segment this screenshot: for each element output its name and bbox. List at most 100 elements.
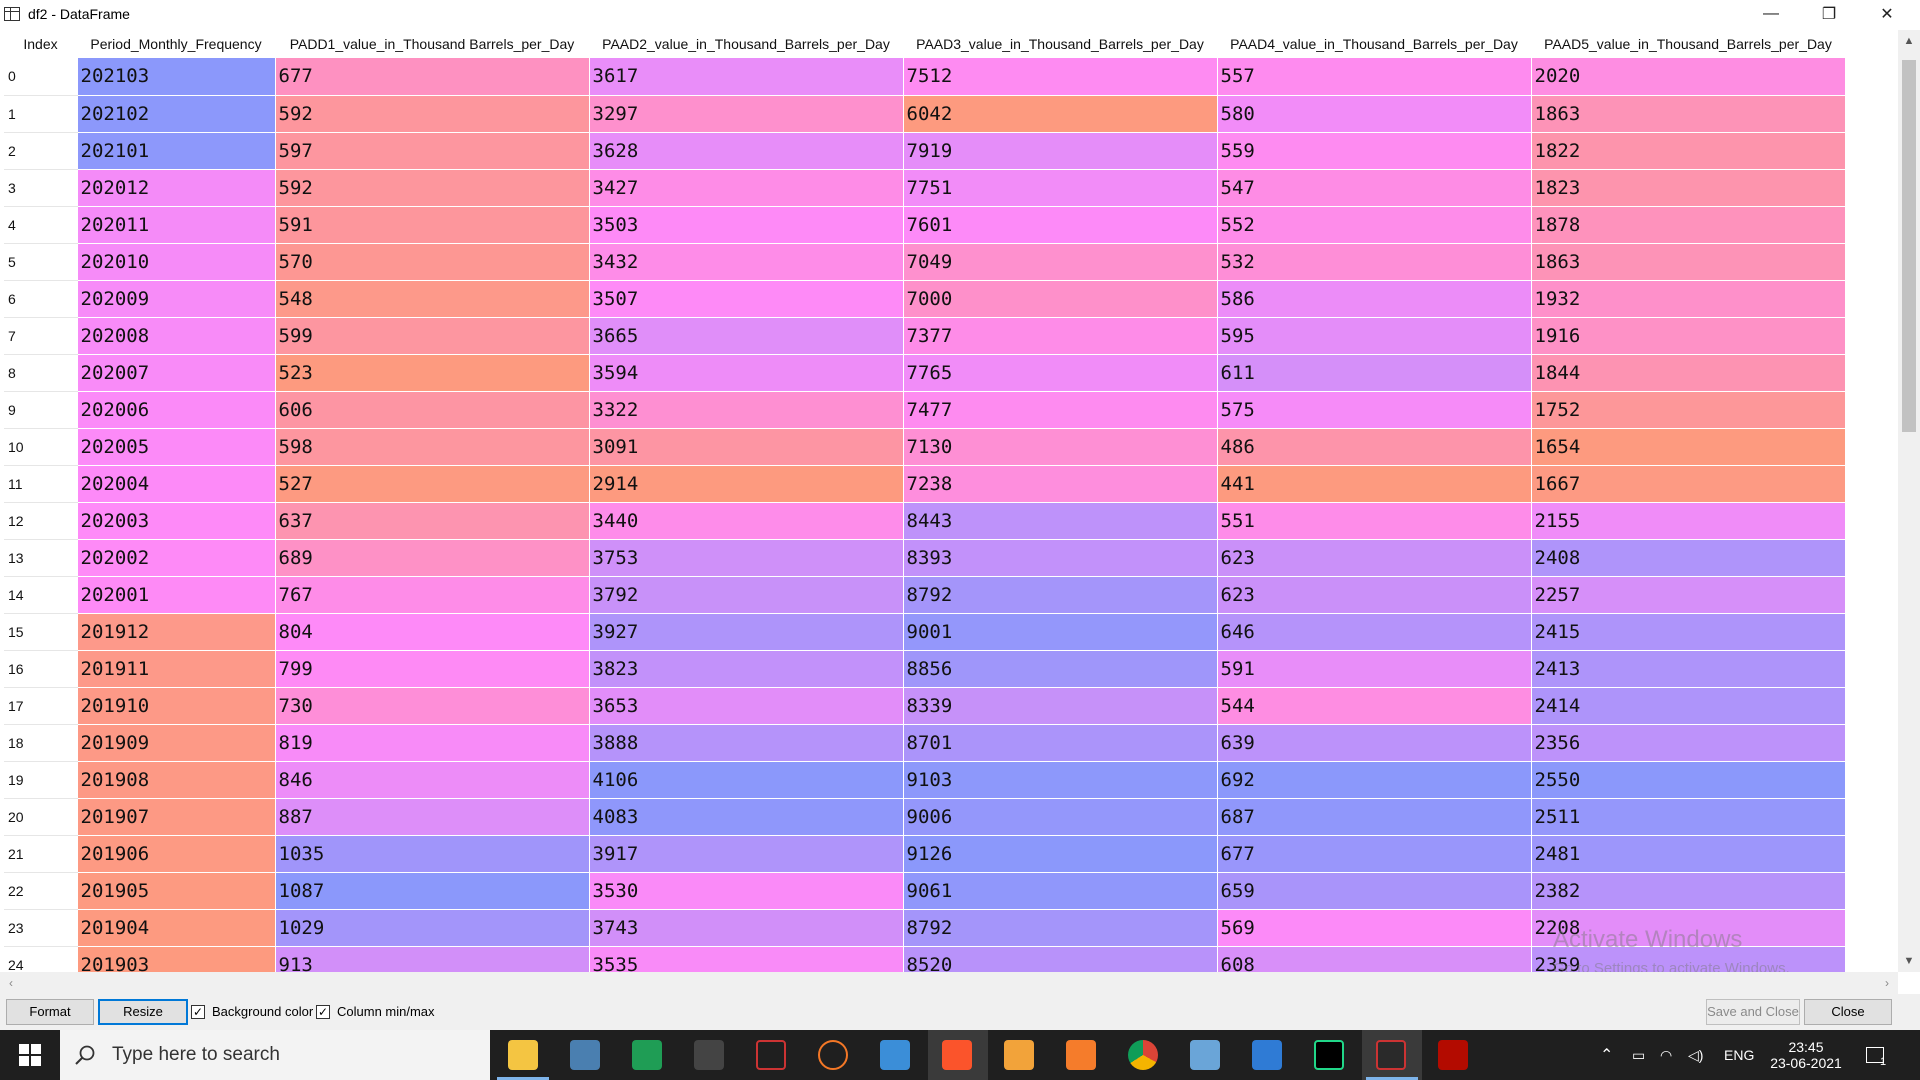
table-cell[interactable]: 586 — [1217, 280, 1532, 318]
minimize-button[interactable]: — — [1748, 0, 1794, 28]
pycharm-icon[interactable] — [1314, 1040, 1344, 1070]
table-cell[interactable]: 1916 — [1531, 317, 1846, 355]
table-cell[interactable]: 201907 — [77, 798, 276, 836]
brave-browser-icon[interactable] — [942, 1040, 972, 1070]
table-cell[interactable]: 8856 — [903, 650, 1218, 688]
table-cell[interactable]: 202004 — [77, 465, 276, 503]
mail-icon[interactable] — [1252, 1040, 1282, 1070]
table-cell[interactable]: 2414 — [1531, 687, 1846, 725]
table-cell[interactable]: 548 — [275, 280, 590, 318]
row-index[interactable]: 18 — [4, 724, 78, 762]
column-header[interactable]: Period_Monthly_Frequency — [77, 30, 275, 58]
clock[interactable]: 23:45 23-06-2021 — [1768, 1030, 1844, 1080]
table-cell[interactable]: 2413 — [1531, 650, 1846, 688]
start-button[interactable] — [0, 1030, 60, 1080]
row-index[interactable]: 3 — [4, 169, 78, 207]
table-cell[interactable]: 532 — [1217, 243, 1532, 281]
row-index[interactable]: 13 — [4, 539, 78, 577]
cube-app-icon[interactable] — [1190, 1040, 1220, 1070]
table-cell[interactable]: 202008 — [77, 317, 276, 355]
dataframe-grid[interactable]: Index Period_Monthly_Frequency PADD1_value… — [0, 28, 1898, 972]
table-cell[interactable]: 551 — [1217, 502, 1532, 540]
row-index[interactable]: 10 — [4, 428, 78, 466]
vertical-scrollbar[interactable]: ▲ ▼ — [1898, 30, 1920, 972]
taskbar-search-box[interactable]: Type here to search — [60, 1030, 490, 1080]
table-cell[interactable]: 9126 — [903, 835, 1218, 873]
table-cell[interactable]: 598 — [275, 428, 590, 466]
table-cell[interactable]: 3297 — [589, 95, 904, 133]
index-column-header[interactable]: Index — [4, 30, 77, 58]
table-cell[interactable]: 623 — [1217, 576, 1532, 614]
table-cell[interactable]: 201909 — [77, 724, 276, 762]
table-cell[interactable]: 3743 — [589, 909, 904, 947]
table-cell[interactable]: 201912 — [77, 613, 276, 651]
table-cell[interactable]: 599 — [275, 317, 590, 355]
table-cell[interactable]: 2914 — [589, 465, 904, 503]
table-cell[interactable]: 4083 — [589, 798, 904, 836]
table-cell[interactable]: 3927 — [589, 613, 904, 651]
table-cell[interactable]: 1863 — [1531, 243, 1846, 281]
row-index[interactable]: 14 — [4, 576, 78, 614]
table-cell[interactable]: 8792 — [903, 909, 1218, 947]
table-cell[interactable]: 202010 — [77, 243, 276, 281]
table-cell[interactable]: 591 — [1217, 650, 1532, 688]
table-cell[interactable]: 1035 — [275, 835, 590, 873]
table-cell[interactable]: 611 — [1217, 354, 1532, 392]
row-index[interactable]: 12 — [4, 502, 78, 540]
restore-button[interactable]: ❐ — [1806, 0, 1852, 28]
table-cell[interactable]: 8792 — [903, 576, 1218, 614]
table-cell[interactable]: 623 — [1217, 539, 1532, 577]
table-cell[interactable]: 677 — [275, 58, 590, 96]
scroll-left-icon[interactable]: ‹ — [2, 972, 20, 994]
table-cell[interactable]: 799 — [275, 650, 590, 688]
row-index[interactable]: 6 — [4, 280, 78, 318]
table-cell[interactable]: 597 — [275, 132, 590, 170]
table-cell[interactable]: 2382 — [1531, 872, 1846, 910]
table-cell[interactable]: 9061 — [903, 872, 1218, 910]
table-cell[interactable]: 3530 — [589, 872, 904, 910]
table-cell[interactable]: 8701 — [903, 724, 1218, 762]
table-cell[interactable]: 202012 — [77, 169, 276, 207]
table-cell[interactable]: 570 — [275, 243, 590, 281]
table-cell[interactable]: 7377 — [903, 317, 1218, 355]
column-minmax-checkbox[interactable]: ✓ — [316, 1005, 330, 1019]
horizontal-scrollbar[interactable]: ‹ › — [0, 972, 1898, 994]
table-cell[interactable]: 8520 — [903, 946, 1218, 972]
table-cell[interactable]: 552 — [1217, 206, 1532, 244]
table-cell[interactable]: 7601 — [903, 206, 1218, 244]
table-cell[interactable]: 202103 — [77, 58, 276, 96]
table-cell[interactable]: 202011 — [77, 206, 276, 244]
column-header[interactable]: PAAD5_value_in_Thousand_Barrels_per_Day — [1531, 30, 1845, 58]
table-cell[interactable]: 1667 — [1531, 465, 1846, 503]
row-index[interactable]: 22 — [4, 872, 78, 910]
row-index[interactable]: 24 — [4, 946, 78, 972]
language-indicator[interactable]: ENG — [1724, 1030, 1754, 1080]
notifications-icon[interactable]: 1 — [1866, 1030, 1886, 1080]
file-explorer-icon[interactable] — [508, 1040, 538, 1070]
table-cell[interactable]: 1087 — [275, 872, 590, 910]
column-header[interactable]: PAAD3_value_in_Thousand_Barrels_per_Day — [903, 30, 1217, 58]
table-cell[interactable]: 3503 — [589, 206, 904, 244]
table-cell[interactable]: 527 — [275, 465, 590, 503]
app-icon[interactable] — [694, 1040, 724, 1070]
table-cell[interactable]: 687 — [1217, 798, 1532, 836]
table-cell[interactable]: 6042 — [903, 95, 1218, 133]
table-cell[interactable]: 9001 — [903, 613, 1218, 651]
column-header[interactable]: PAAD4_value_in_Thousand_Barrels_per_Day — [1217, 30, 1531, 58]
table-cell[interactable]: 2408 — [1531, 539, 1846, 577]
table-cell[interactable]: 7130 — [903, 428, 1218, 466]
table-cell[interactable]: 8339 — [903, 687, 1218, 725]
table-cell[interactable]: 1752 — [1531, 391, 1846, 429]
row-index[interactable]: 8 — [4, 354, 78, 392]
table-cell[interactable]: 580 — [1217, 95, 1532, 133]
row-index[interactable]: 4 — [4, 206, 78, 244]
table-cell[interactable]: 486 — [1217, 428, 1532, 466]
table-cell[interactable]: 202005 — [77, 428, 276, 466]
table-cell[interactable]: 1822 — [1531, 132, 1846, 170]
xampp-icon[interactable] — [1066, 1040, 1096, 1070]
table-cell[interactable]: 2020 — [1531, 58, 1846, 96]
table-cell[interactable]: 202009 — [77, 280, 276, 318]
table-cell[interactable]: 595 — [1217, 317, 1532, 355]
table-cell[interactable]: 767 — [275, 576, 590, 614]
table-cell[interactable]: 202001 — [77, 576, 276, 614]
